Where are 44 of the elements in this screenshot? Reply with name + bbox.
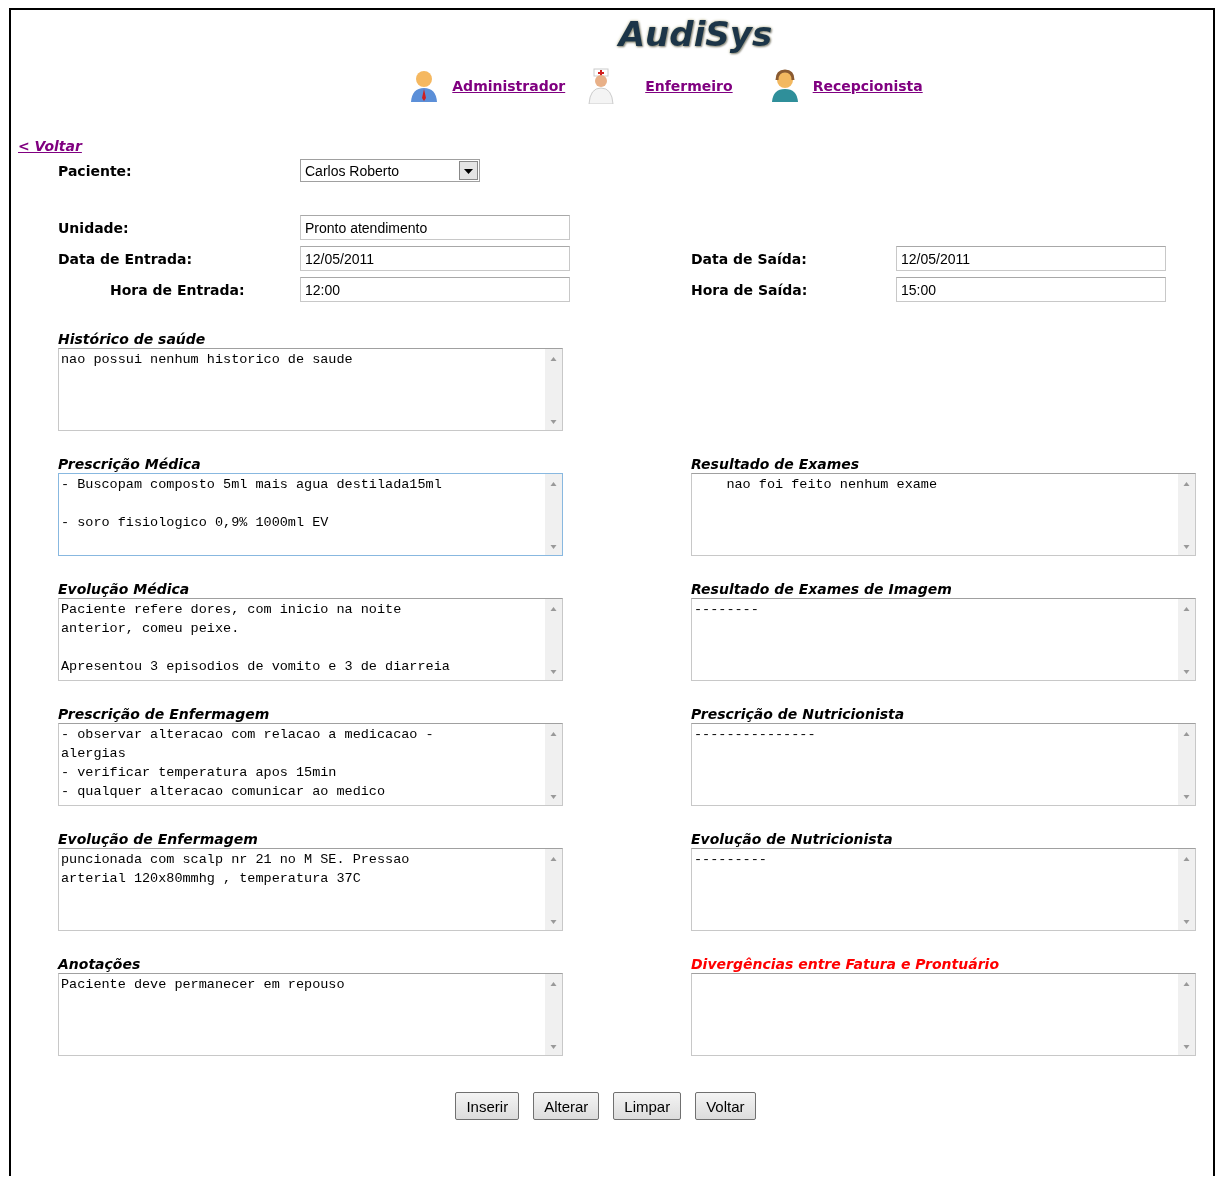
section-title: Prescrição de Nutricionista — [691, 705, 906, 723]
section-title: Resultado de Exames de Imagem — [691, 580, 953, 598]
section-title: Divergências entre Fatura e Prontuário — [691, 955, 1000, 973]
section-title: Prescrição de Enfermagem — [58, 705, 271, 723]
text-area[interactable]: nao foi feito nenhum exame — [691, 473, 1196, 556]
text-input[interactable]: Pronto atendimento — [300, 215, 570, 240]
section-title: Evolução de Nutricionista — [691, 830, 894, 848]
form-button[interactable]: Inserir — [455, 1092, 520, 1120]
nav-link[interactable]: Enfermeiro — [645, 78, 733, 94]
field-label: Data de Saída: — [691, 250, 808, 267]
field-label: Hora de Saída: — [691, 281, 809, 298]
section-title: Histórico de saúde — [58, 330, 207, 348]
text-input[interactable]: 12/05/2011 — [896, 246, 1166, 271]
text-input[interactable]: 12:00 — [300, 277, 570, 302]
form-button[interactable]: Limpar — [613, 1092, 682, 1120]
field-label: Unidade: — [58, 219, 130, 236]
section-title: Anotações — [58, 955, 142, 973]
section-title: Prescrição Médica — [58, 455, 202, 473]
text-area[interactable]: - observar alteracao com relacao a medicacao - alergias - verificar temperatura apos 15min - qualquer alteracao comunicar ao medico — [58, 723, 563, 806]
field-label: Paciente: — [58, 162, 133, 179]
form-button[interactable]: Alterar — [533, 1092, 600, 1120]
text-area[interactable]: --------- — [691, 848, 1196, 931]
text-input[interactable]: 12/05/2011 — [300, 246, 570, 271]
section-title: Evolução de Enfermagem — [58, 830, 259, 848]
text-area[interactable]: Paciente refere dores, com inicio na noite anterior, comeu peixe. Apresentou 3 episodios de vomito e 3 de diarreia — [58, 598, 563, 681]
field-label: Hora de Entrada: — [109, 281, 246, 298]
text-area[interactable]: --------------- — [691, 723, 1196, 806]
text-area[interactable]: - Buscopam composto 5ml mais agua destilada15ml - soro fisiologico 0,9% 1000ml EV — [58, 473, 563, 556]
text-area[interactable] — [691, 973, 1196, 1056]
back-link[interactable]: < Voltar — [18, 138, 82, 154]
patient-select[interactable]: Carlos Roberto — [300, 159, 480, 182]
text-area[interactable]: nao possui nenhum historico de saude — [58, 348, 563, 431]
text-area[interactable]: -------- — [691, 598, 1196, 681]
section-title: Resultado de Exames — [691, 455, 861, 473]
field-label: Data de Entrada: — [58, 250, 194, 267]
form-button[interactable]: Voltar — [695, 1092, 756, 1120]
text-area[interactable]: Paciente deve permanecer em repouso — [58, 973, 563, 1056]
text-area[interactable]: puncionada com scalp nr 21 no M SE. Pressao arterial 120x80mmhg , temperatura 37C — [58, 848, 563, 931]
text-input[interactable]: 15:00 — [896, 277, 1166, 302]
nav-link[interactable]: Recepcionista — [812, 78, 923, 94]
nav-link[interactable]: Administrador — [452, 78, 566, 94]
section-title: Evolução Médica — [58, 580, 191, 598]
caret-icon[interactable] — [459, 161, 478, 180]
logo: AudiSys — [618, 14, 773, 54]
